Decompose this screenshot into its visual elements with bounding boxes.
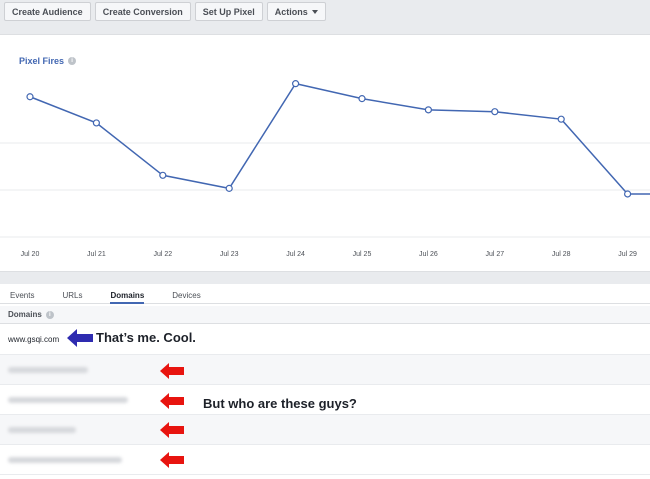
chevron-down-icon xyxy=(311,9,318,14)
x-tick-label: Jul 20 xyxy=(21,251,40,258)
tab-urls[interactable]: URLs xyxy=(62,284,82,304)
pixel-fires-chart-card: Jul 20 Jul 21 Jul 22 Jul 23 Jul 24 Jul 25 Jul … xyxy=(0,34,650,272)
domain-cell: www.gsqi.com xyxy=(8,335,60,344)
x-tick-label: Jul 25 xyxy=(353,251,372,258)
x-tick-label: Jul 22 xyxy=(153,251,172,258)
domains-header-label: Domains xyxy=(8,310,42,319)
x-tick-label: Jul 24 xyxy=(286,251,305,258)
tab-domains[interactable]: Domains xyxy=(110,284,145,304)
x-tick-label: Jul 23 xyxy=(220,251,239,258)
red-arrow-icon xyxy=(160,393,184,409)
table-row[interactable] xyxy=(0,415,650,445)
data-point[interactable] xyxy=(92,119,101,127)
table-row[interactable] xyxy=(0,445,650,475)
red-arrow-icon xyxy=(160,452,184,468)
annotation-first: That’s me. Cool. xyxy=(96,330,196,345)
create-conversion-label: Create Conversion xyxy=(102,6,183,17)
x-tick-label: Jul 27 xyxy=(485,251,504,258)
create-audience-label: Create Audience xyxy=(12,6,83,17)
x-tick-label: Jul 28 xyxy=(552,251,571,258)
chart-title-text: Pixel Fires xyxy=(19,56,65,66)
toolbar: Create Audience Create Conversion Set Up… xyxy=(0,0,650,24)
info-icon[interactable]: i xyxy=(68,57,77,65)
x-tick-label: Jul 26 xyxy=(419,251,438,258)
blurred-domain xyxy=(8,366,88,373)
table-row[interactable] xyxy=(0,355,650,385)
blurred-domain xyxy=(8,426,76,433)
actions-dropdown-button[interactable]: Actions xyxy=(266,2,326,21)
data-point[interactable] xyxy=(292,80,300,88)
data-point[interactable] xyxy=(159,171,167,179)
data-point[interactable] xyxy=(491,108,499,116)
series-line xyxy=(29,82,650,195)
red-arrow-icon xyxy=(160,363,184,379)
data-point[interactable] xyxy=(424,106,432,114)
info-icon[interactable]: i xyxy=(45,310,54,319)
tab-devices[interactable]: Devices xyxy=(172,284,200,304)
tab-events[interactable]: Events xyxy=(10,284,34,304)
data-point[interactable] xyxy=(623,190,632,198)
create-audience-button[interactable]: Create Audience xyxy=(4,2,91,21)
x-tick-label: Jul 29 xyxy=(618,251,637,258)
data-point[interactable] xyxy=(26,93,34,101)
breakdown-panel: Events URLs Domains Devices Domains i ww… xyxy=(0,284,650,479)
annotation-second: But who are these guys? xyxy=(203,396,357,411)
blurred-domain xyxy=(8,396,128,403)
chart-title: Pixel Fires i xyxy=(19,56,77,66)
data-point[interactable] xyxy=(225,184,233,192)
data-point[interactable] xyxy=(358,95,366,103)
actions-label: Actions xyxy=(274,6,308,17)
domains-column-header[interactable]: Domains i xyxy=(0,306,650,324)
create-conversion-button[interactable]: Create Conversion xyxy=(94,2,191,21)
red-arrow-icon xyxy=(160,422,184,438)
x-tick-label: Jul 21 xyxy=(87,251,106,258)
set-up-pixel-label: Set Up Pixel xyxy=(202,6,255,17)
data-point[interactable] xyxy=(557,115,565,123)
blurred-domain xyxy=(8,456,122,463)
breakdown-tabs: Events URLs Domains Devices xyxy=(0,284,650,304)
blue-arrow-icon xyxy=(67,329,93,347)
pixel-fires-chart: Jul 20 Jul 21 Jul 22 Jul 23 Jul 24 Jul 25 Jul … xyxy=(0,80,650,258)
set-up-pixel-button[interactable]: Set Up Pixel xyxy=(194,2,263,21)
